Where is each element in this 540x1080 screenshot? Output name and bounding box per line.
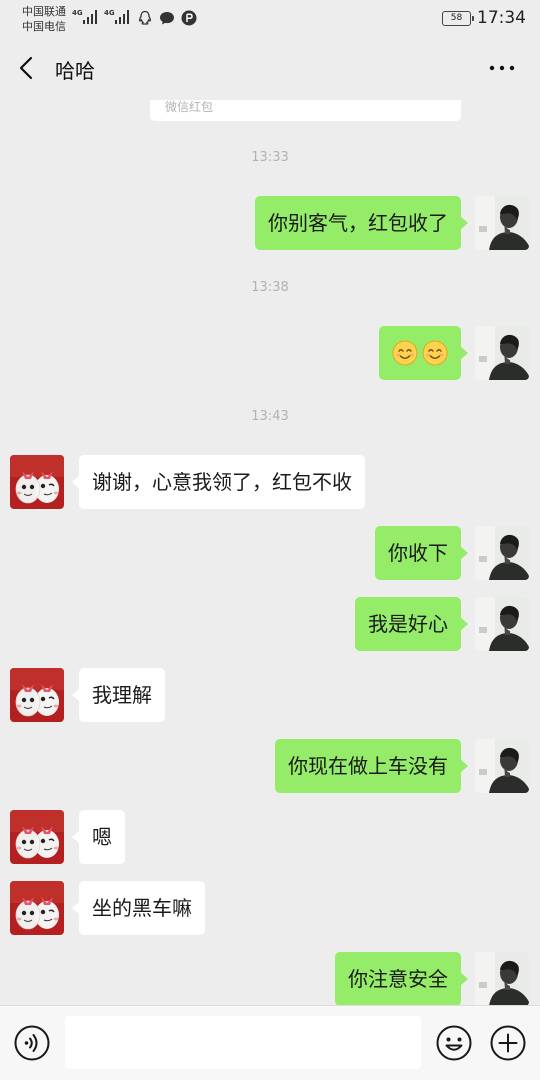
friend-message-bubble[interactable]: 坐的黑车嘛 — [72, 881, 205, 935]
friend-avatar[interactable] — [10, 881, 64, 935]
my-message-bubble[interactable]: 我是好心 — [355, 597, 468, 651]
battery-indicator: 58 — [442, 11, 474, 26]
my-avatar[interactable] — [475, 597, 529, 651]
plus-icon[interactable] — [490, 1025, 526, 1061]
friend-avatar[interactable] — [10, 455, 64, 509]
signal-icon-2 — [115, 10, 129, 24]
carrier-name-1: 中国联通 — [22, 5, 66, 18]
status-bar: 中国联通 中国电信 4G 4G 58 17:34 — [0, 0, 540, 38]
chat-header: 哈哈 — [0, 38, 540, 100]
friend-message-bubble[interactable]: 我理解 — [72, 668, 165, 722]
smile-emoji-icon — [392, 340, 418, 366]
network-type-2: 4G — [104, 9, 115, 17]
my-message-bubble[interactable]: 你别客气，红包收了 — [255, 196, 468, 250]
chevron-left-icon[interactable] — [16, 54, 40, 82]
my-emoji-bubble[interactable] — [379, 326, 468, 380]
chat-messages[interactable]: 微信红包 13:33 你别客气，红包收了 13:38 13:43 谢谢，心意我领… — [0, 100, 540, 1005]
more-dots-icon[interactable] — [486, 56, 518, 80]
red-packet-card[interactable]: 微信红包 — [150, 100, 461, 121]
parking-icon — [181, 10, 197, 26]
my-avatar[interactable] — [475, 952, 529, 1005]
chat-bubble-icon — [160, 12, 174, 25]
input-bar — [0, 1005, 540, 1080]
status-time: 17:34 — [477, 8, 526, 28]
voice-icon[interactable] — [14, 1025, 50, 1061]
message-timestamp: 13:33 — [251, 150, 289, 165]
qq-icon — [139, 10, 151, 25]
my-avatar[interactable] — [475, 326, 529, 380]
friend-avatar[interactable] — [10, 810, 64, 864]
my-message-bubble[interactable]: 你现在做上车没有 — [275, 739, 468, 793]
message-input[interactable] — [65, 1016, 421, 1069]
signal-icon-1 — [83, 10, 97, 24]
my-avatar[interactable] — [475, 739, 529, 793]
emoji-icon[interactable] — [436, 1025, 472, 1061]
red-packet-label: 微信红包 — [165, 100, 214, 114]
my-message-bubble[interactable]: 你注意安全 — [335, 952, 468, 1005]
my-avatar[interactable] — [475, 196, 529, 250]
message-timestamp: 13:43 — [251, 409, 289, 424]
chat-title: 哈哈 — [55, 59, 95, 83]
message-timestamp: 13:38 — [251, 280, 289, 295]
friend-avatar[interactable] — [10, 668, 64, 722]
friend-message-bubble[interactable]: 嗯 — [72, 810, 125, 864]
network-type-1: 4G — [72, 9, 83, 17]
carrier-name-2: 中国电信 — [22, 20, 66, 33]
friend-message-bubble[interactable]: 谢谢，心意我领了，红包不收 — [72, 455, 365, 509]
my-message-bubble[interactable]: 你收下 — [375, 526, 468, 580]
smile-emoji-icon — [422, 340, 448, 366]
my-avatar[interactable] — [475, 526, 529, 580]
